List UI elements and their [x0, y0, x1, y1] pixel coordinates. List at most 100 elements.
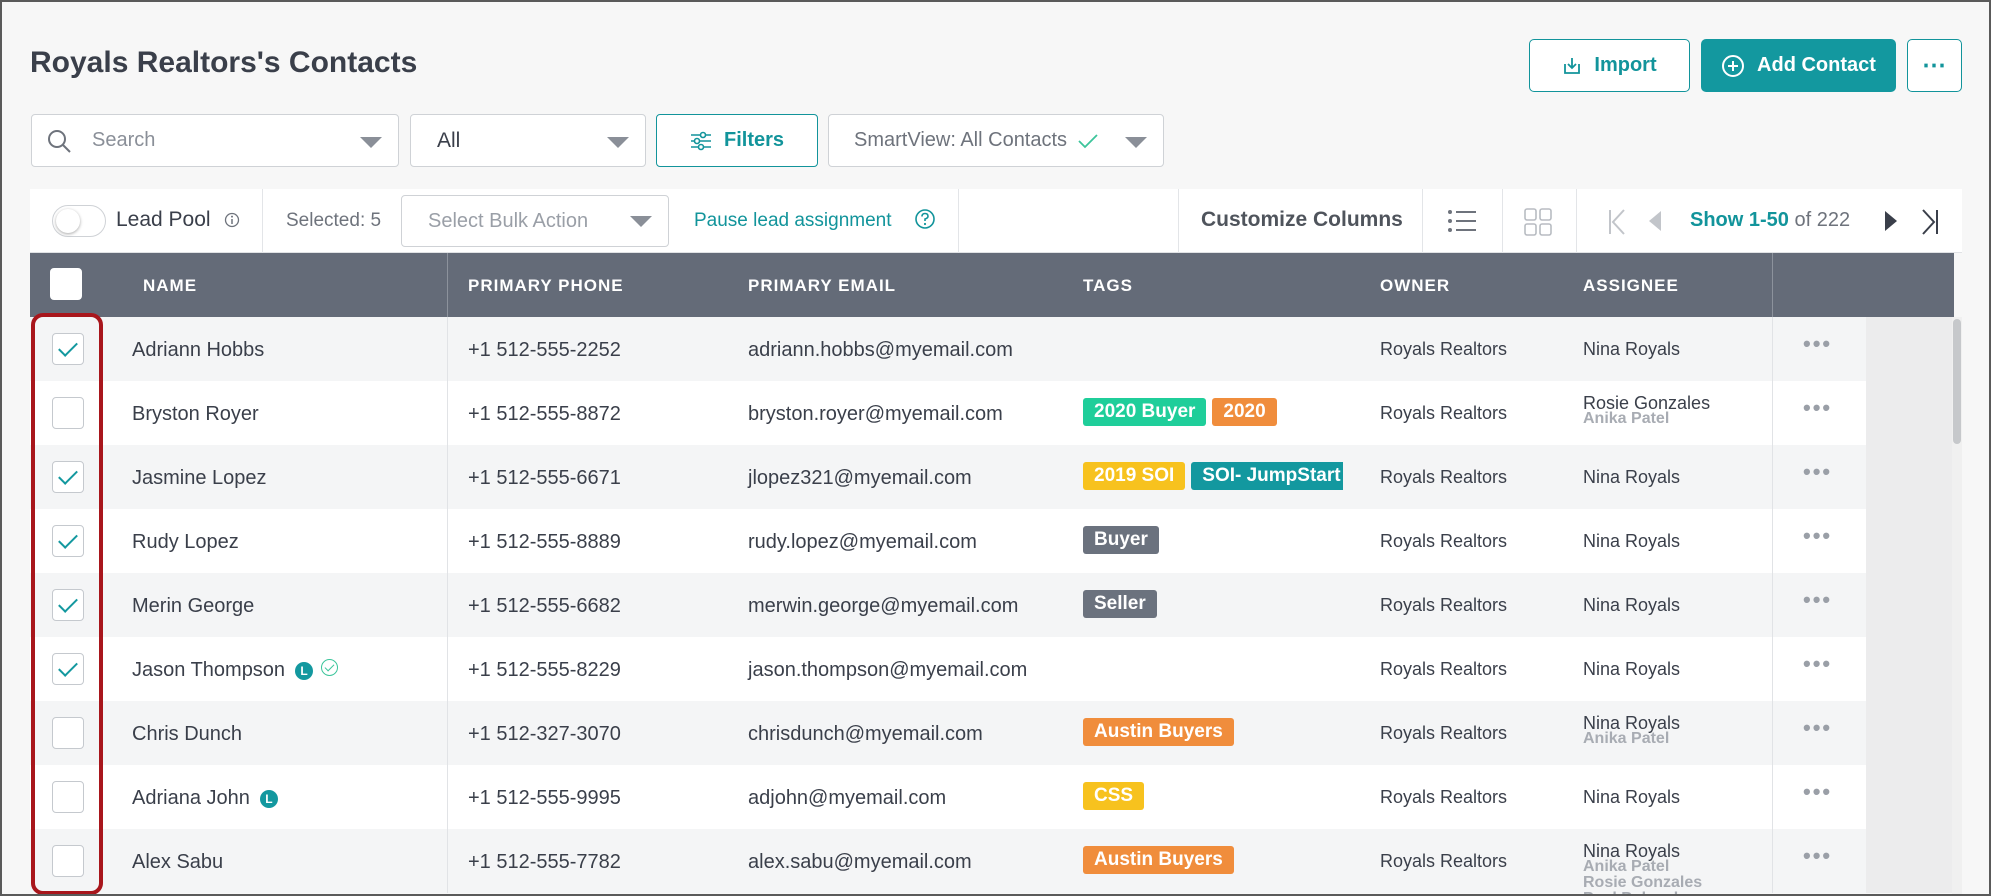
pause-lead-assignment-link[interactable]: Pause lead assignment [694, 210, 892, 232]
tag-badge[interactable]: CSS [1083, 782, 1145, 810]
add-contact-label: Add Contact [1757, 54, 1876, 76]
assignee-secondary: Rosie Gonzales [1583, 874, 1703, 891]
lead-pool-toggle[interactable] [52, 205, 106, 237]
bulk-action-select[interactable]: Select Bulk Action [401, 195, 669, 247]
table-scrollbar[interactable] [1952, 317, 1962, 894]
tag-badge[interactable]: SOI- JumpStart [1191, 462, 1343, 490]
row-checkbox[interactable] [52, 781, 84, 813]
table-row[interactable]: Jasmine Lopez +1 512-555-6671 jlopez321@… [30, 445, 1954, 509]
contact-phone[interactable]: +1 512-555-8889 [468, 531, 621, 554]
row-checkbox[interactable] [52, 653, 84, 685]
assignee-primary: Nina Royals [1583, 595, 1681, 615]
tag-badge[interactable]: Seller [1083, 590, 1157, 618]
help-icon[interactable] [914, 208, 936, 230]
row-actions-button[interactable]: ••• [1803, 395, 1832, 421]
contact-phone[interactable]: +1 512-555-2252 [468, 339, 621, 362]
table-row[interactable]: Alex Sabu +1 512-555-7782 alex.sabu@myem… [30, 829, 1954, 894]
tag-badge[interactable]: Austin Buyers [1083, 718, 1234, 746]
contact-phone[interactable]: +1 512-555-8229 [468, 659, 621, 682]
row-checkbox[interactable] [52, 397, 84, 429]
scope-select[interactable]: All [410, 114, 646, 167]
contact-phone[interactable]: +1 512-555-9995 [468, 787, 621, 810]
import-button[interactable]: Import [1529, 39, 1690, 92]
table-row[interactable]: Adriann Hobbs +1 512-555-2252 adriann.ho… [30, 317, 1954, 381]
chevron-down-icon[interactable] [360, 137, 382, 148]
table-row[interactable]: Rudy Lopez +1 512-555-8889 rudy.lopez@my… [30, 509, 1954, 573]
contact-email[interactable]: jason.thompson@myemail.com [748, 659, 1027, 682]
info-icon[interactable] [224, 212, 240, 228]
row-actions-button[interactable]: ••• [1803, 331, 1832, 357]
column-header-name[interactable]: NAME [143, 276, 197, 296]
select-all-checkbox[interactable] [50, 268, 82, 300]
contact-name[interactable]: Bryston Royer [132, 403, 259, 426]
table-row[interactable]: Adriana John L +1 512-555-9995 adjohn@mye… [30, 765, 1954, 829]
contact-tags: Buyer [1083, 526, 1343, 554]
column-header-owner[interactable]: OWNER [1380, 276, 1450, 296]
contact-name[interactable]: Jasmine Lopez [132, 467, 267, 490]
column-header-email[interactable]: PRIMARY EMAIL [748, 276, 896, 296]
contact-phone[interactable]: +1 512-555-8872 [468, 403, 621, 426]
customize-columns-button[interactable]: Customize Columns [1201, 208, 1403, 232]
smartview-select[interactable]: SmartView: All Contacts [828, 114, 1164, 167]
row-actions-button[interactable]: ••• [1803, 651, 1832, 677]
row-actions-button[interactable]: ••• [1803, 459, 1832, 485]
row-actions-button[interactable]: ••• [1803, 587, 1832, 613]
prev-page-icon[interactable] [1648, 210, 1662, 232]
row-checkbox[interactable] [52, 333, 84, 365]
contact-name[interactable]: Alex Sabu [132, 851, 223, 874]
row-checkbox[interactable] [52, 845, 84, 877]
tag-badge[interactable]: 2020 [1212, 398, 1277, 426]
first-page-icon[interactable] [1607, 208, 1627, 236]
contact-name[interactable]: Adriann Hobbs [132, 339, 264, 362]
lead-pool-label: Lead Pool [116, 208, 211, 231]
table-row[interactable]: Bryston Royer +1 512-555-8872 bryston.ro… [30, 381, 1954, 445]
contact-name[interactable]: Jason Thompson L [132, 659, 339, 682]
tag-badge[interactable]: 2020 Buyer [1083, 398, 1207, 426]
more-actions-button[interactable]: ⋯ [1907, 39, 1962, 92]
table-row[interactable]: Chris Dunch +1 512-327-3070 chrisdunch@m… [30, 701, 1954, 765]
contact-name[interactable]: Merin George [132, 595, 254, 618]
search-input[interactable]: Search [31, 114, 399, 167]
scrollbar-thumb[interactable] [1953, 319, 1961, 444]
row-actions-button[interactable]: ••• [1803, 843, 1832, 869]
contact-phone[interactable]: +1 512-555-6682 [468, 595, 621, 618]
row-checkbox[interactable] [52, 525, 84, 557]
contact-email[interactable]: rudy.lopez@myemail.com [748, 531, 977, 554]
contact-email[interactable]: bryston.royer@myemail.com [748, 403, 1003, 426]
column-header-tags[interactable]: TAGS [1083, 276, 1133, 296]
filters-button[interactable]: Filters [656, 114, 818, 167]
add-contact-button[interactable]: Add Contact [1701, 39, 1896, 92]
table-row[interactable]: Jason Thompson L +1 512-555-8229 jason.th… [30, 637, 1954, 701]
row-checkbox[interactable] [52, 589, 84, 621]
table-row[interactable]: Merin George +1 512-555-6682 merwin.geor… [30, 573, 1954, 637]
contact-phone[interactable]: +1 512-327-3070 [468, 723, 621, 746]
column-header-phone[interactable]: PRIMARY PHONE [468, 276, 624, 296]
list-view-icon[interactable] [1447, 209, 1477, 233]
grid-view-icon[interactable] [1524, 208, 1552, 236]
contact-email[interactable]: adjohn@myemail.com [748, 787, 946, 810]
contact-email[interactable]: jlopez321@myemail.com [748, 467, 972, 490]
contact-name[interactable]: Chris Dunch [132, 723, 242, 746]
row-actions-button[interactable]: ••• [1803, 779, 1832, 805]
contact-email[interactable]: alex.sabu@myemail.com [748, 851, 972, 874]
row-actions-button[interactable]: ••• [1803, 523, 1832, 549]
contact-name[interactable]: Adriana John L [132, 787, 278, 810]
row-actions-button[interactable]: ••• [1803, 715, 1832, 741]
tag-badge[interactable]: Buyer [1083, 526, 1159, 554]
tag-badge[interactable]: 2019 SOI [1083, 462, 1186, 490]
tag-badge[interactable]: Austin Buyers [1083, 846, 1234, 874]
next-page-icon[interactable] [1884, 210, 1898, 232]
column-header-assignee[interactable]: ASSIGNEE [1583, 276, 1679, 296]
contact-phone[interactable]: +1 512-555-6671 [468, 467, 621, 490]
row-checkbox[interactable] [52, 717, 84, 749]
contact-email[interactable]: chrisdunch@myemail.com [748, 723, 983, 746]
contact-phone[interactable]: +1 512-555-7782 [468, 851, 621, 874]
contact-name[interactable]: Rudy Lopez [132, 531, 239, 554]
divider [447, 445, 448, 509]
assignee-primary: Nina Royals [1583, 339, 1681, 359]
contact-email[interactable]: merwin.george@myemail.com [748, 595, 1018, 618]
lead-badge-icon: L [295, 662, 314, 680]
contact-email[interactable]: adriann.hobbs@myemail.com [748, 339, 1013, 362]
row-checkbox[interactable] [52, 461, 84, 493]
last-page-icon[interactable] [1920, 208, 1940, 236]
